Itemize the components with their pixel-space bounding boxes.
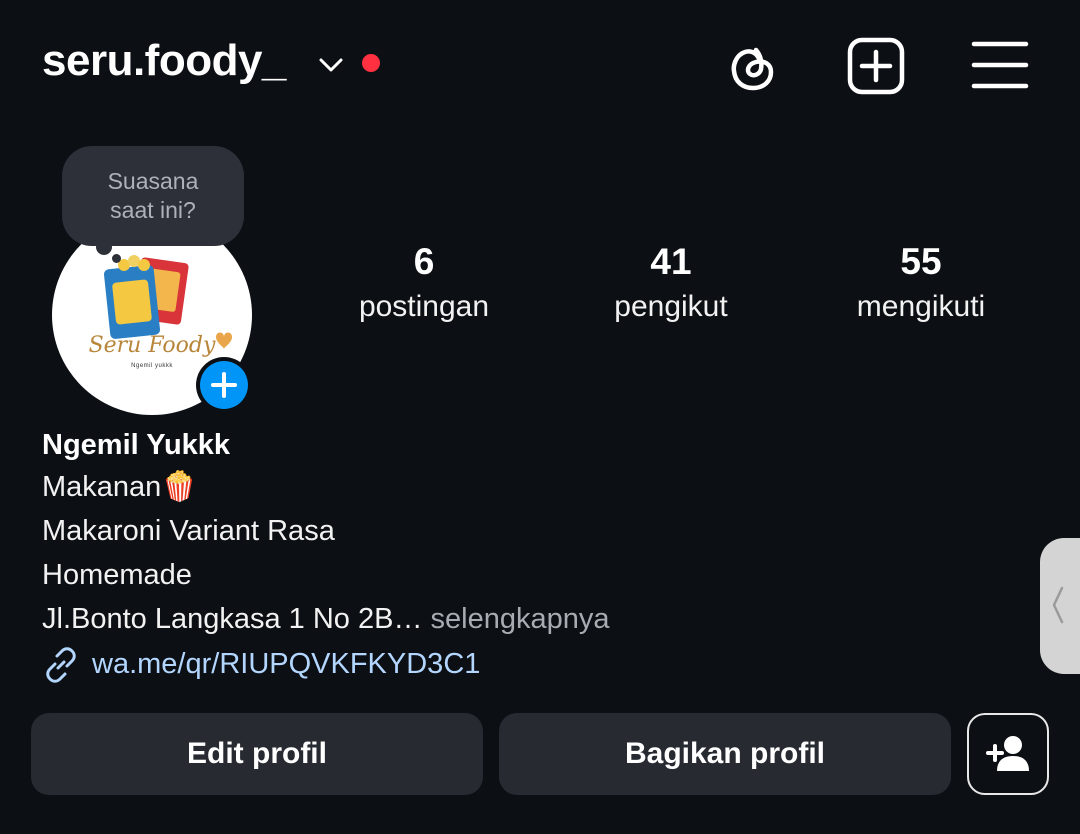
add-post-icon[interactable] bbox=[846, 36, 906, 96]
edit-profile-button[interactable]: Edit profil bbox=[31, 713, 483, 795]
stat-posts[interactable]: 6 postingan bbox=[314, 240, 534, 327]
chevron-down-icon[interactable] bbox=[316, 50, 346, 80]
stat-value: 41 bbox=[650, 241, 692, 282]
stat-value: 6 bbox=[413, 241, 435, 282]
bio-link-text[interactable]: wa.me/qr/RIUPQVKFKYD3C1 bbox=[92, 642, 480, 686]
bio-line: Makanan🍿 bbox=[42, 471, 198, 503]
display-name: Ngemil Yukkk bbox=[42, 429, 231, 461]
top-bar: seru.foody_ bbox=[0, 0, 1080, 130]
see-more-link[interactable]: selengkapnya bbox=[431, 603, 610, 635]
chevron-left-icon bbox=[1052, 586, 1064, 624]
menu-icon[interactable] bbox=[970, 36, 1030, 96]
avatar-brand-text: Seru Foody bbox=[88, 333, 216, 358]
edge-panel-handle[interactable] bbox=[1040, 538, 1080, 674]
threads-icon[interactable] bbox=[722, 36, 782, 96]
stat-label: mengikuti bbox=[856, 290, 986, 323]
note-bubble-tail-small bbox=[112, 254, 121, 263]
share-profile-button[interactable]: Bagikan profil bbox=[499, 713, 951, 795]
link-icon bbox=[46, 647, 76, 683]
stat-followers[interactable]: 41 pengikut bbox=[561, 240, 781, 327]
notification-dot bbox=[362, 54, 380, 72]
note-placeholder-line2: saat ini? bbox=[110, 197, 196, 223]
note-bubble[interactable]: Suasana saat ini? bbox=[62, 146, 244, 246]
add-story-button[interactable] bbox=[196, 357, 252, 413]
stat-label: postingan bbox=[358, 290, 490, 323]
stat-label: pengikut bbox=[614, 290, 728, 323]
bio-address-line: Jl.Bonto Langkasa 1 No 2B… selengkapnya bbox=[42, 597, 942, 641]
bio-line: Makaroni Variant Rasa bbox=[42, 515, 335, 547]
discover-people-button[interactable] bbox=[967, 713, 1049, 795]
add-person-icon bbox=[986, 736, 1029, 771]
profile-bio: Ngemil Yukkk Makanan🍿 Makaroni Variant R… bbox=[42, 425, 942, 641]
bio-line: Homemade bbox=[42, 559, 192, 591]
plus-icon bbox=[211, 372, 237, 398]
bio-address: Jl.Bonto Langkasa 1 No 2B… bbox=[42, 603, 423, 635]
username-title[interactable]: seru.foody_ bbox=[42, 36, 286, 86]
note-placeholder-line1: Suasana bbox=[107, 168, 199, 194]
stat-following[interactable]: 55 mengikuti bbox=[811, 240, 1031, 327]
stat-value: 55 bbox=[900, 241, 942, 282]
note-bubble-tail bbox=[96, 239, 112, 255]
